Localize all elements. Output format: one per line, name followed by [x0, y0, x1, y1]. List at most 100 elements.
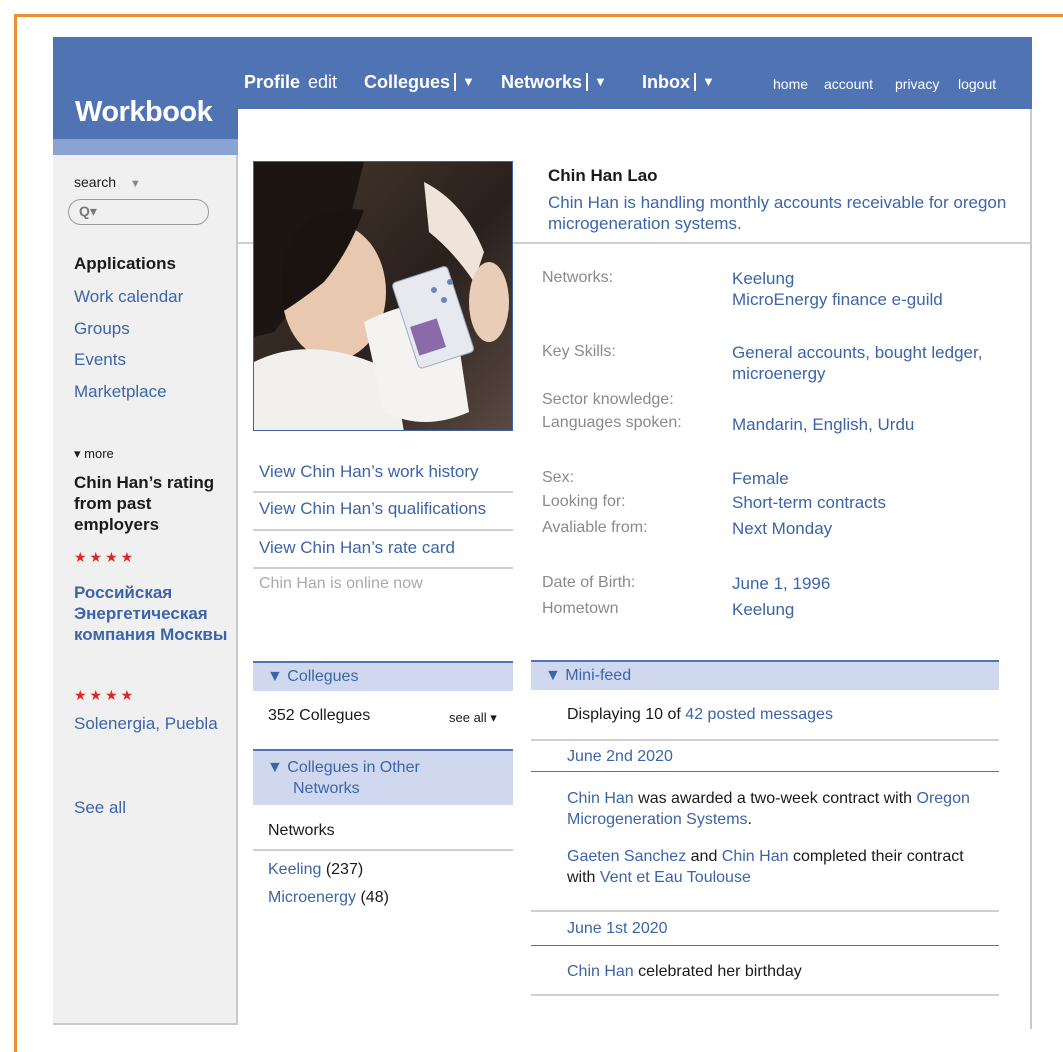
feed-display-count: Displaying 10 of 42 posted messages: [567, 704, 833, 725]
nav-colleagues-label[interactable]: Collegues: [364, 72, 450, 92]
employer-link-moscow[interactable]: Российская Энергетическая компания Москв…: [74, 582, 234, 645]
rating-heading: Chin Han’s rating from past employers: [74, 473, 215, 534]
posted-messages-link[interactable]: 42 posted messages: [685, 706, 833, 723]
rate-card-link[interactable]: View Chin Han’s rate card: [259, 538, 455, 558]
chevron-down-icon[interactable]: ▼: [702, 74, 715, 89]
nav-inbox[interactable]: Inbox ▼: [642, 72, 715, 93]
dob-label: Date of Birth:: [542, 574, 636, 591]
divider: [531, 910, 999, 912]
rating-stars: ★★★★: [74, 549, 137, 565]
feed-date-june-1[interactable]: June 1st 2020: [567, 920, 668, 938]
networks-title: Networks: [268, 822, 335, 839]
date-underline: [531, 945, 999, 946]
employer-link-solenergia[interactable]: Solenergia, Puebla: [74, 713, 224, 734]
sex-value[interactable]: Female: [732, 468, 789, 489]
sex-label: Sex:: [542, 469, 575, 486]
applications-heading: Applications: [74, 254, 177, 273]
feed-text: and: [686, 848, 722, 865]
sidebar-item-groups[interactable]: Groups: [74, 319, 130, 339]
languages-label: Languages spoken:: [542, 414, 682, 431]
skills-value[interactable]: General accounts, bought ledger, microen…: [732, 342, 1012, 384]
looking-value[interactable]: Short-term contracts: [732, 492, 886, 513]
network-row-keeling: Keeling (237): [268, 859, 363, 880]
other-networks-header[interactable]: ▼ Collegues in Other Networks: [253, 749, 513, 805]
mini-feed-header[interactable]: ▼ Mini-feed: [531, 660, 999, 690]
network-keeling-count: (237): [321, 861, 364, 878]
search-label[interactable]: search ▼: [74, 174, 141, 190]
brand-subbar: [53, 139, 238, 155]
other-networks-title-2: Networks: [293, 780, 360, 797]
feed-entry: Gaeten Sanchez and Chin Han completed th…: [567, 846, 987, 888]
profile-status[interactable]: Chin Han is handling monthly accounts re…: [548, 192, 1008, 234]
hometown-label: Hometown: [542, 600, 619, 617]
rating-stars: ★★★★: [74, 687, 137, 703]
sidebar-item-marketplace[interactable]: Marketplace: [74, 382, 167, 402]
feed-display-prefix: Displaying 10 of: [567, 706, 686, 723]
nav-separator: [454, 73, 457, 91]
feed-text: celebrated her birthday: [633, 963, 802, 980]
chevron-down-icon[interactable]: ▼: [462, 74, 475, 89]
feed-company-link[interactable]: Vent et Eau Toulouse: [600, 869, 751, 886]
hometown-value[interactable]: Keelung: [732, 599, 794, 620]
networks-label: Networks:: [542, 269, 614, 286]
utility-home-link[interactable]: home: [773, 76, 808, 92]
nav-colleagues[interactable]: Collegues ▼: [364, 72, 475, 93]
divider: [253, 491, 513, 493]
utility-privacy-link[interactable]: privacy: [895, 76, 939, 92]
nav-profile-label[interactable]: Profile: [244, 72, 300, 92]
divider: [253, 567, 513, 569]
search-label-text: search: [74, 174, 117, 190]
sidebar-item-work-calendar[interactable]: Work calendar: [74, 287, 183, 307]
divider: [253, 849, 513, 851]
divider: [253, 529, 513, 531]
feed-user-link[interactable]: Chin Han: [567, 963, 634, 980]
feed-date-june-2[interactable]: June 2nd 2020: [567, 748, 673, 766]
online-status: Chin Han is online now: [259, 575, 423, 592]
network-link-microenergy[interactable]: MicroEnergy finance e-guild: [732, 289, 943, 310]
dob-value[interactable]: June 1, 1996: [732, 573, 830, 594]
network-microenergy-link[interactable]: Microenergy: [268, 889, 356, 906]
feed-user-link[interactable]: Gaeten Sanchez: [567, 848, 686, 865]
network-row-microenergy: Microenergy (48): [268, 887, 389, 908]
sector-label: Sector knowledge:: [542, 391, 674, 408]
divider: [531, 994, 999, 996]
nav-networks[interactable]: Networks ▼: [501, 72, 607, 93]
sidebar-item-events[interactable]: Events: [74, 350, 126, 370]
profile-photo-image: [254, 162, 512, 430]
feed-text: was awarded a two-week contract with: [633, 790, 917, 807]
profile-photo[interactable]: [253, 161, 513, 431]
feed-user-link[interactable]: Chin Han: [722, 848, 789, 865]
feed-entry: Chin Han celebrated her birthday: [567, 961, 987, 982]
brand-logo[interactable]: Workbook: [75, 96, 213, 129]
chevron-down-icon[interactable]: ▼: [594, 74, 607, 89]
network-microenergy-count: (48): [356, 889, 389, 906]
feed-entry: Chin Han was awarded a two-week contract…: [567, 788, 987, 830]
colleagues-header[interactable]: ▼ Collegues: [253, 661, 513, 691]
profile-name: Chin Han Lao: [548, 166, 658, 185]
available-value[interactable]: Next Monday: [732, 518, 832, 539]
search-input[interactable]: Q▾: [68, 199, 209, 225]
network-keeling-link[interactable]: Keeling: [268, 861, 321, 878]
search-dropdown-icon[interactable]: ▼: [130, 178, 141, 190]
other-networks-title-1: ▼ Collegues in Other: [267, 759, 420, 776]
languages-value[interactable]: Mandarin, English, Urdu: [732, 414, 914, 435]
feed-user-link[interactable]: Chin Han: [567, 790, 634, 807]
nav-edit-link[interactable]: edit: [308, 72, 337, 92]
nav-separator: [694, 73, 696, 91]
nav-inbox-label[interactable]: Inbox: [642, 72, 690, 92]
utility-logout-link[interactable]: logout: [958, 76, 996, 92]
see-all-ratings-link[interactable]: See all: [74, 798, 126, 818]
nav-separator: [586, 73, 589, 91]
nav-profile[interactable]: Profile edit: [244, 72, 337, 93]
work-history-link[interactable]: View Chin Han’s work history: [259, 462, 479, 482]
network-link-keelung[interactable]: Keelung: [732, 268, 794, 289]
available-label: Avaliable from:: [542, 519, 648, 536]
colleagues-see-all[interactable]: see all ▾: [449, 707, 497, 728]
looking-label: Looking for:: [542, 493, 626, 510]
more-toggle[interactable]: ▾ more: [74, 446, 114, 462]
nav-networks-label[interactable]: Networks: [501, 72, 582, 92]
date-underline: [531, 771, 999, 772]
utility-account-link[interactable]: account: [824, 76, 873, 92]
divider: [531, 739, 999, 741]
qualifications-link[interactable]: View Chin Han’s qualifications: [259, 499, 486, 519]
